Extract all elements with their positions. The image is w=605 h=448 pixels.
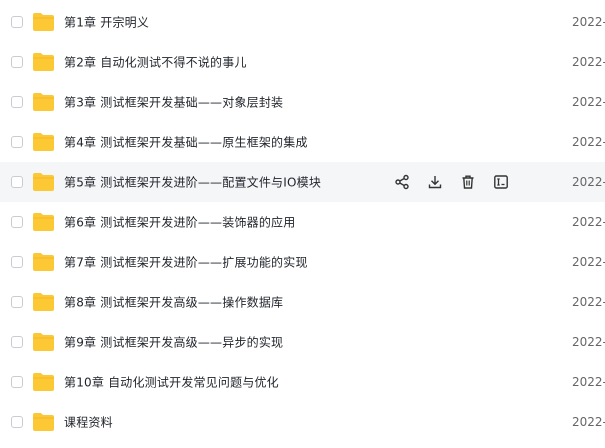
folder-icon xyxy=(33,413,54,431)
file-name[interactable]: 第5章 测试框架开发进阶——配置文件与IO模块 xyxy=(64,174,321,191)
file-name[interactable]: 第10章 自动化测试开发常见问题与优化 xyxy=(64,374,279,391)
file-row[interactable]: 第1章 开宗明义 2022- xyxy=(0,2,605,42)
file-date: 2022- xyxy=(572,55,605,69)
file-row[interactable]: 第10章 自动化测试开发常见问题与优化 2022- xyxy=(0,362,605,402)
folder-icon xyxy=(33,373,54,391)
folder-icon xyxy=(33,93,54,111)
share-icon[interactable] xyxy=(393,173,411,191)
file-date: 2022- xyxy=(572,335,605,349)
row-checkbox[interactable] xyxy=(11,136,23,148)
file-row[interactable]: 第7章 测试框架开发进阶——扩展功能的实现 2022- xyxy=(0,242,605,282)
file-list: 第1章 开宗明义 2022- 第2章 自动化测试不得不说的事儿 2022- 第3… xyxy=(0,0,605,448)
file-row[interactable]: 第8章 测试框架开发高级——操作数据库 2022- xyxy=(0,282,605,322)
file-date: 2022- xyxy=(572,375,605,389)
row-checkbox[interactable] xyxy=(11,56,23,68)
file-row[interactable]: 第9章 测试框架开发高级——异步的实现 2022- xyxy=(0,322,605,362)
file-name[interactable]: 课程资料 xyxy=(64,414,113,431)
row-checkbox[interactable] xyxy=(11,176,23,188)
row-checkbox[interactable] xyxy=(11,96,23,108)
delete-icon[interactable] xyxy=(459,173,477,191)
row-checkbox[interactable] xyxy=(11,296,23,308)
row-checkbox[interactable] xyxy=(11,16,23,28)
file-row[interactable]: 第6章 测试框架开发进阶——装饰器的应用 2022- xyxy=(0,202,605,242)
folder-icon xyxy=(33,293,54,311)
file-name[interactable]: 第1章 开宗明义 xyxy=(64,14,149,31)
file-date: 2022- xyxy=(572,135,605,149)
download-icon[interactable] xyxy=(426,173,444,191)
file-name[interactable]: 第8章 测试框架开发高级——操作数据库 xyxy=(64,294,283,311)
row-checkbox[interactable] xyxy=(11,376,23,388)
folder-icon xyxy=(33,133,54,151)
file-name[interactable]: 第4章 测试框架开发基础——原生框架的集成 xyxy=(64,134,308,151)
file-row[interactable]: 第4章 测试框架开发基础——原生框架的集成 2022- xyxy=(0,122,605,162)
file-date: 2022- xyxy=(572,175,605,189)
folder-icon xyxy=(33,253,54,271)
file-date: 2022- xyxy=(572,15,605,29)
file-row-hovered[interactable]: 第5章 测试框架开发进阶——配置文件与IO模块 2022- xyxy=(0,162,605,202)
row-checkbox[interactable] xyxy=(11,256,23,268)
folder-icon xyxy=(33,173,54,191)
rename-icon[interactable] xyxy=(492,173,510,191)
file-row[interactable]: 第2章 自动化测试不得不说的事儿 2022- xyxy=(0,42,605,82)
file-date: 2022- xyxy=(572,295,605,309)
row-checkbox[interactable] xyxy=(11,336,23,348)
row-checkbox[interactable] xyxy=(11,216,23,228)
folder-icon xyxy=(33,53,54,71)
file-row[interactable]: 课程资料 2022- xyxy=(0,402,605,442)
folder-icon xyxy=(33,213,54,231)
file-name[interactable]: 第3章 测试框架开发基础——对象层封装 xyxy=(64,94,283,111)
row-actions xyxy=(393,173,525,191)
row-checkbox[interactable] xyxy=(11,416,23,428)
file-name[interactable]: 第2章 自动化测试不得不说的事儿 xyxy=(64,54,247,71)
file-date: 2022- xyxy=(572,415,605,429)
file-row[interactable]: 第3章 测试框架开发基础——对象层封装 2022- xyxy=(0,82,605,122)
folder-icon xyxy=(33,333,54,351)
file-name[interactable]: 第6章 测试框架开发进阶——装饰器的应用 xyxy=(64,214,295,231)
file-date: 2022- xyxy=(572,215,605,229)
file-name[interactable]: 第9章 测试框架开发高级——异步的实现 xyxy=(64,334,283,351)
file-name[interactable]: 第7章 测试框架开发进阶——扩展功能的实现 xyxy=(64,254,308,271)
folder-icon xyxy=(33,13,54,31)
file-date: 2022- xyxy=(572,255,605,269)
file-date: 2022- xyxy=(572,95,605,109)
